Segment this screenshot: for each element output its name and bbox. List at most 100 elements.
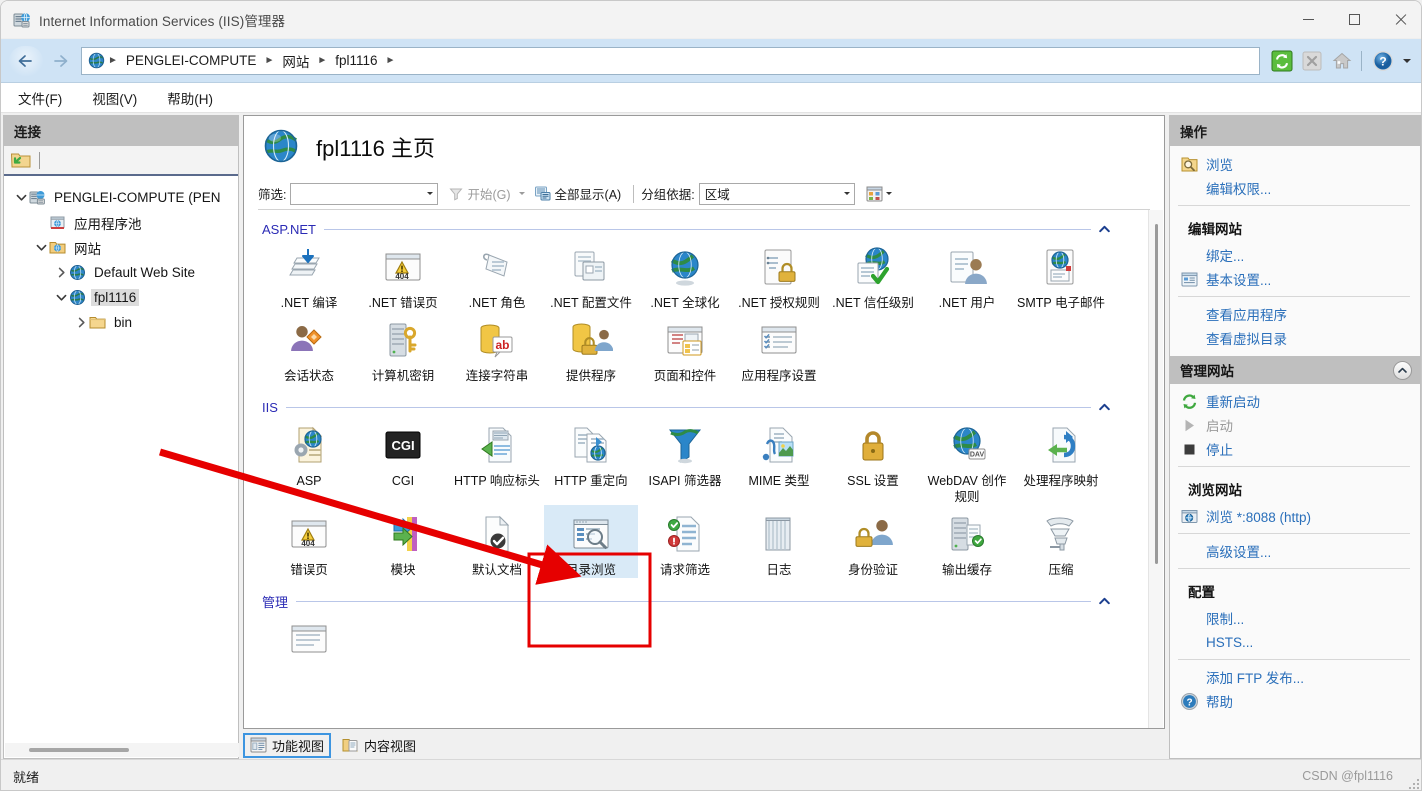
feature-item-mime-types[interactable]: MIME 类型	[732, 416, 826, 505]
scrollbar-thumb[interactable]	[29, 748, 129, 752]
feature-item-authentication[interactable]: 身份验证	[826, 505, 920, 578]
chevron-down-icon[interactable]	[885, 192, 892, 195]
feature-item-compression[interactable]: 压缩	[1014, 505, 1108, 578]
feature-item-isapi-filters[interactable]: ISAPI 筛选器	[638, 416, 732, 505]
tab-content-view[interactable]: 内容视图	[335, 733, 423, 758]
tree-node-fpl1116[interactable]: fpl1116	[4, 285, 238, 310]
tree-node-[interactable]: 网站	[4, 235, 238, 260]
action-restart[interactable]: 重新启动	[1170, 389, 1420, 413]
chevron-up-icon[interactable]	[1099, 398, 1110, 416]
feature-item-net-globalization[interactable]: .NET 全球化	[638, 238, 732, 311]
tree-horizontal-scrollbar[interactable]	[5, 743, 239, 757]
action-limits[interactable]: 限制...	[1170, 606, 1420, 630]
resize-grip[interactable]	[1406, 776, 1419, 789]
feature-item-net-roles[interactable]: .NET 角色	[450, 238, 544, 311]
feature-item-request-filtering[interactable]: 请求筛选	[638, 505, 732, 578]
show-all-button[interactable]: 全部显示(A)	[530, 184, 627, 203]
feature-item-session-state[interactable]: 会话状态	[262, 311, 356, 384]
feature-item-smtp-email[interactable]: SMTP 电子邮件	[1014, 238, 1108, 311]
feature-item-application-settings[interactable]: 应用程序设置	[732, 311, 826, 384]
feature-item-net-trust-levels[interactable]: .NET 信任级别	[826, 238, 920, 311]
chevron-down-icon[interactable]	[518, 192, 525, 195]
group-by-select[interactable]: 区域	[698, 182, 855, 205]
action-bindings[interactable]: 绑定...	[1170, 243, 1420, 267]
chevron-right-icon[interactable]	[73, 315, 89, 331]
feature-item-handler-mappings[interactable]: 处理程序映射	[1014, 416, 1108, 505]
action-edit-permissions[interactable]: 编辑权限...	[1170, 176, 1420, 200]
filter-input[interactable]	[290, 182, 439, 205]
chevron-up-icon[interactable]	[1099, 592, 1110, 610]
features-vertical-scrollbar[interactable]	[1148, 210, 1163, 728]
feature-item-net-users[interactable]: .NET 用户	[920, 238, 1014, 311]
breadcrumb-server[interactable]: PENGLEI-COMPUTE	[119, 53, 264, 68]
breadcrumb-sites[interactable]: 网站	[275, 51, 316, 71]
chevron-up-icon[interactable]	[1393, 360, 1412, 380]
action-browse[interactable]: 浏览	[1170, 152, 1420, 176]
minimize-button[interactable]	[1285, 1, 1331, 39]
feature-item-cgi[interactable]: CGI CGI	[356, 416, 450, 505]
tree-node-[interactable]: 应用程序池	[4, 210, 238, 235]
connections-tree[interactable]: PENGLEI-COMPUTE (PEN 应用程序池 网站 Default Web S…	[4, 176, 238, 758]
action-view-applications[interactable]: 查看应用程序	[1170, 302, 1420, 326]
feature-item-asp[interactable]: ASP	[262, 416, 356, 505]
menu-help[interactable]: 帮助(H)	[154, 84, 226, 112]
action-help[interactable]: ? 帮助	[1170, 689, 1420, 713]
chevron-up-icon[interactable]	[1099, 220, 1110, 238]
feature-item-net-error-pages[interactable]: 404 .NET 错误页	[356, 238, 450, 311]
chevron-right-icon[interactable]	[53, 265, 69, 281]
tree-node-default-web-site[interactable]: Default Web Site	[4, 260, 238, 285]
feature-item-logging[interactable]: 日志	[732, 505, 826, 578]
feature-item-machine-key[interactable]: 计算机密钥	[356, 311, 450, 384]
chevron-down-icon[interactable]	[843, 192, 850, 195]
view-mode-button[interactable]	[861, 186, 897, 202]
action-view-virtual-directories[interactable]: 查看虚拟目录	[1170, 326, 1420, 350]
feature-item-http-redirect[interactable]: HTTP 重定向	[544, 416, 638, 505]
filter-go-button[interactable]: 开始(G)	[444, 184, 529, 203]
help-icon[interactable]: ?	[1369, 47, 1397, 75]
breadcrumb-separator[interactable]: ►	[316, 55, 328, 66]
feature-item-connection-strings[interactable]: ab 连接字符串	[450, 311, 544, 384]
feature-item-net-authorization[interactable]: .NET 授权规则	[732, 238, 826, 311]
chevron-down-icon[interactable]	[427, 192, 434, 195]
forward-button[interactable]	[43, 46, 77, 76]
menu-file[interactable]: 文件(F)	[5, 84, 75, 112]
action-add-ftp-publishing[interactable]: 添加 FTP 发布...	[1170, 665, 1420, 689]
chevron-down-icon[interactable]	[33, 240, 49, 256]
chevron-down-icon[interactable]	[13, 190, 29, 206]
action-stop[interactable]: 停止	[1170, 437, 1420, 461]
feature-item-net-profile[interactable]: .NET 配置文件	[544, 238, 638, 311]
feature-item-configuration-editor[interactable]	[262, 610, 356, 667]
feature-item-modules[interactable]: 模块	[356, 505, 450, 578]
close-button[interactable]	[1377, 1, 1421, 39]
help-dropdown-icon[interactable]	[1399, 47, 1415, 75]
menu-view[interactable]: 视图(V)	[79, 84, 150, 112]
refresh-icon[interactable]	[1268, 47, 1296, 75]
action-browse-binding[interactable]: 浏览 *:8088 (http)	[1170, 504, 1420, 528]
tree-node-penglei-compute-pen[interactable]: PENGLEI-COMPUTE (PEN	[4, 185, 238, 210]
tab-features-view[interactable]: 功能视图	[243, 732, 332, 758]
action-basic-settings[interactable]: 基本设置...	[1170, 267, 1420, 291]
features-scroll-area[interactable]: ASP.NET .NET 编译 404 .NET 错误页 .NET 角色 .NET 配置文…	[244, 210, 1164, 728]
scrollbar-thumb[interactable]	[1155, 224, 1158, 564]
back-button[interactable]	[9, 45, 43, 76]
feature-item-http-response-headers[interactable]: HTTP 响应标头	[450, 416, 544, 505]
feature-item-ssl-settings[interactable]: SSL 设置	[826, 416, 920, 505]
feature-item-net-compilation[interactable]: .NET 编译	[262, 238, 356, 311]
breadcrumb-site[interactable]: fpl1116	[328, 53, 384, 68]
tree-node-bin[interactable]: bin	[4, 310, 238, 335]
feature-item-directory-browsing[interactable]: 目录浏览	[544, 505, 638, 578]
connect-to-icon[interactable]	[10, 150, 32, 170]
feature-item-pages-and-controls[interactable]: 页面和控件	[638, 311, 732, 384]
home-icon[interactable]	[1328, 47, 1356, 75]
feature-item-webdav-authoring-rules[interactable]: DAV WebDAV 创作规则	[920, 416, 1014, 505]
feature-item-providers[interactable]: 提供程序	[544, 311, 638, 384]
maximize-button[interactable]	[1331, 1, 1377, 39]
feature-item-default-document[interactable]: 默认文档	[450, 505, 544, 578]
action-hsts[interactable]: HSTS...	[1170, 630, 1420, 654]
chevron-down-icon[interactable]	[53, 290, 69, 306]
feature-item-output-caching[interactable]: 输出缓存	[920, 505, 1014, 578]
feature-item-error-pages[interactable]: 404 错误页	[262, 505, 356, 578]
breadcrumb-address-field[interactable]: ► PENGLEI-COMPUTE ► 网站 ► fpl1116 ►	[81, 46, 1260, 75]
breadcrumb-separator[interactable]: ►	[385, 55, 397, 66]
action-advanced-settings[interactable]: 高级设置...	[1170, 539, 1420, 563]
